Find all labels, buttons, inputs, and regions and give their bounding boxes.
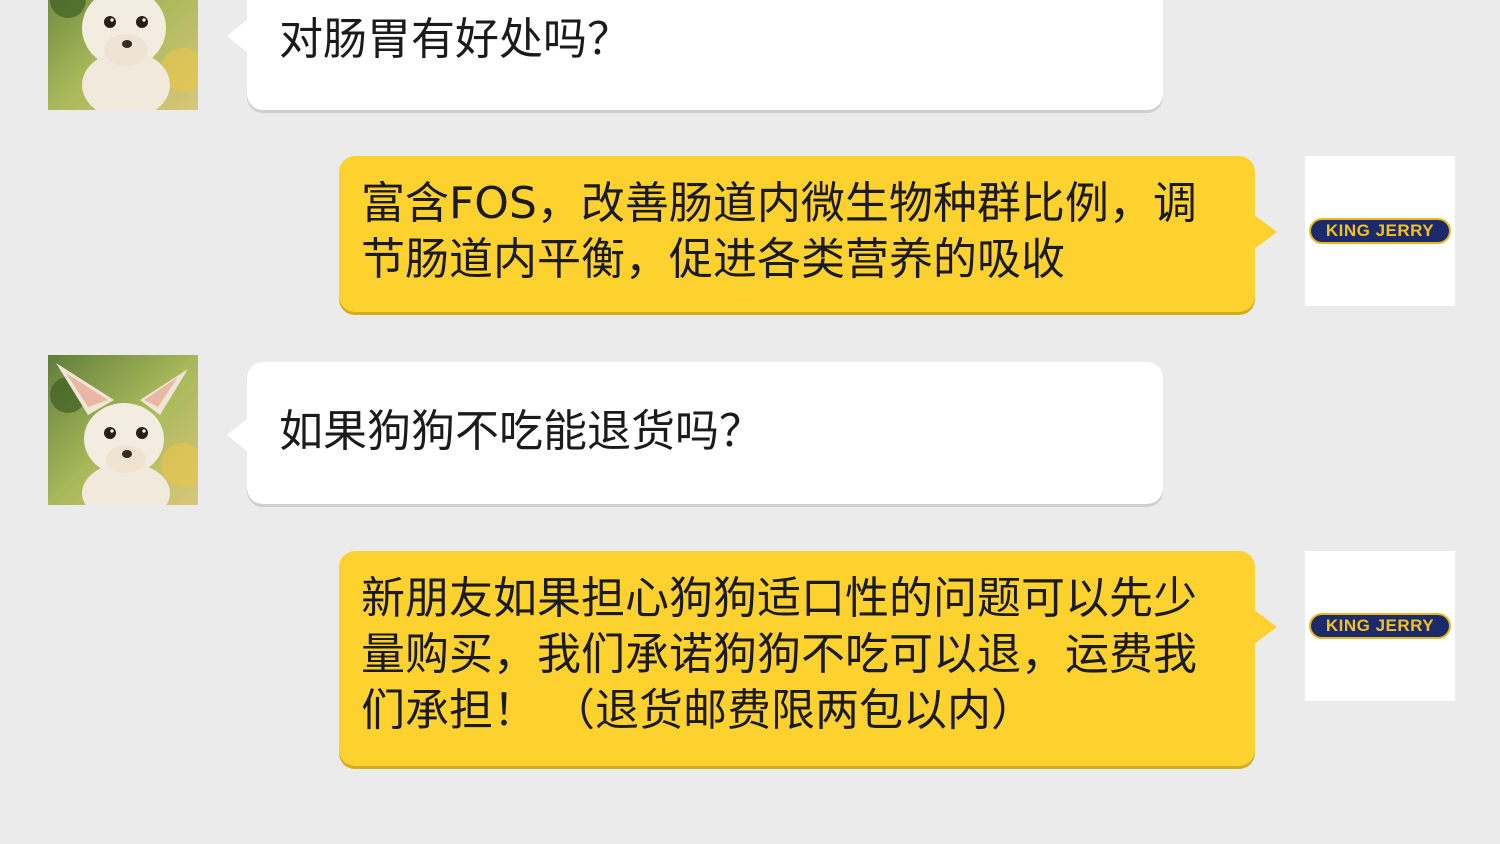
- brand-logo-text: KING JERRY: [1325, 616, 1435, 635]
- message-text: 对肠胃有好处吗？: [279, 14, 631, 65]
- customer-avatar[interactable]: [48, 0, 198, 110]
- brand-avatar[interactable]: KING JERRY: [1305, 156, 1455, 306]
- chihuahua-avatar-icon: [48, 0, 198, 110]
- message-text: 如果狗狗不吃能退货吗？: [279, 406, 763, 457]
- brand-avatar[interactable]: KING JERRY: [1305, 551, 1455, 701]
- customer-message-bubble: 如果狗狗不吃能退货吗？: [227, 362, 1163, 504]
- brand-logo-text: KING JERRY: [1325, 221, 1435, 240]
- chihuahua-avatar-icon: [48, 355, 198, 505]
- brand-message-bubble: 富含FOS，改善肠道内微生物种群比例，调节肠道内平衡，促进各类营养的吸收: [339, 156, 1277, 312]
- customer-avatar[interactable]: [48, 355, 198, 505]
- message-text: 新朋友如果担心狗狗适口性的问题可以先少量购买，我们承诺狗狗不吃可以退，运费我们承…: [361, 573, 1197, 736]
- bubble-tail: [1253, 214, 1277, 250]
- bubble-tail: [1253, 609, 1277, 645]
- message-text: 富含FOS，改善肠道内微生物种群比例，调节肠道内平衡，促进各类营养的吸收: [361, 178, 1197, 285]
- bubble-tail: [227, 417, 249, 453]
- brand-message-bubble: 新朋友如果担心狗狗适口性的问题可以先少量购买，我们承诺狗狗不吃可以退，运费我们承…: [339, 551, 1277, 766]
- bubble-tail: [227, 18, 249, 54]
- customer-message-bubble: 对肠胃有好处吗？: [227, 0, 1163, 110]
